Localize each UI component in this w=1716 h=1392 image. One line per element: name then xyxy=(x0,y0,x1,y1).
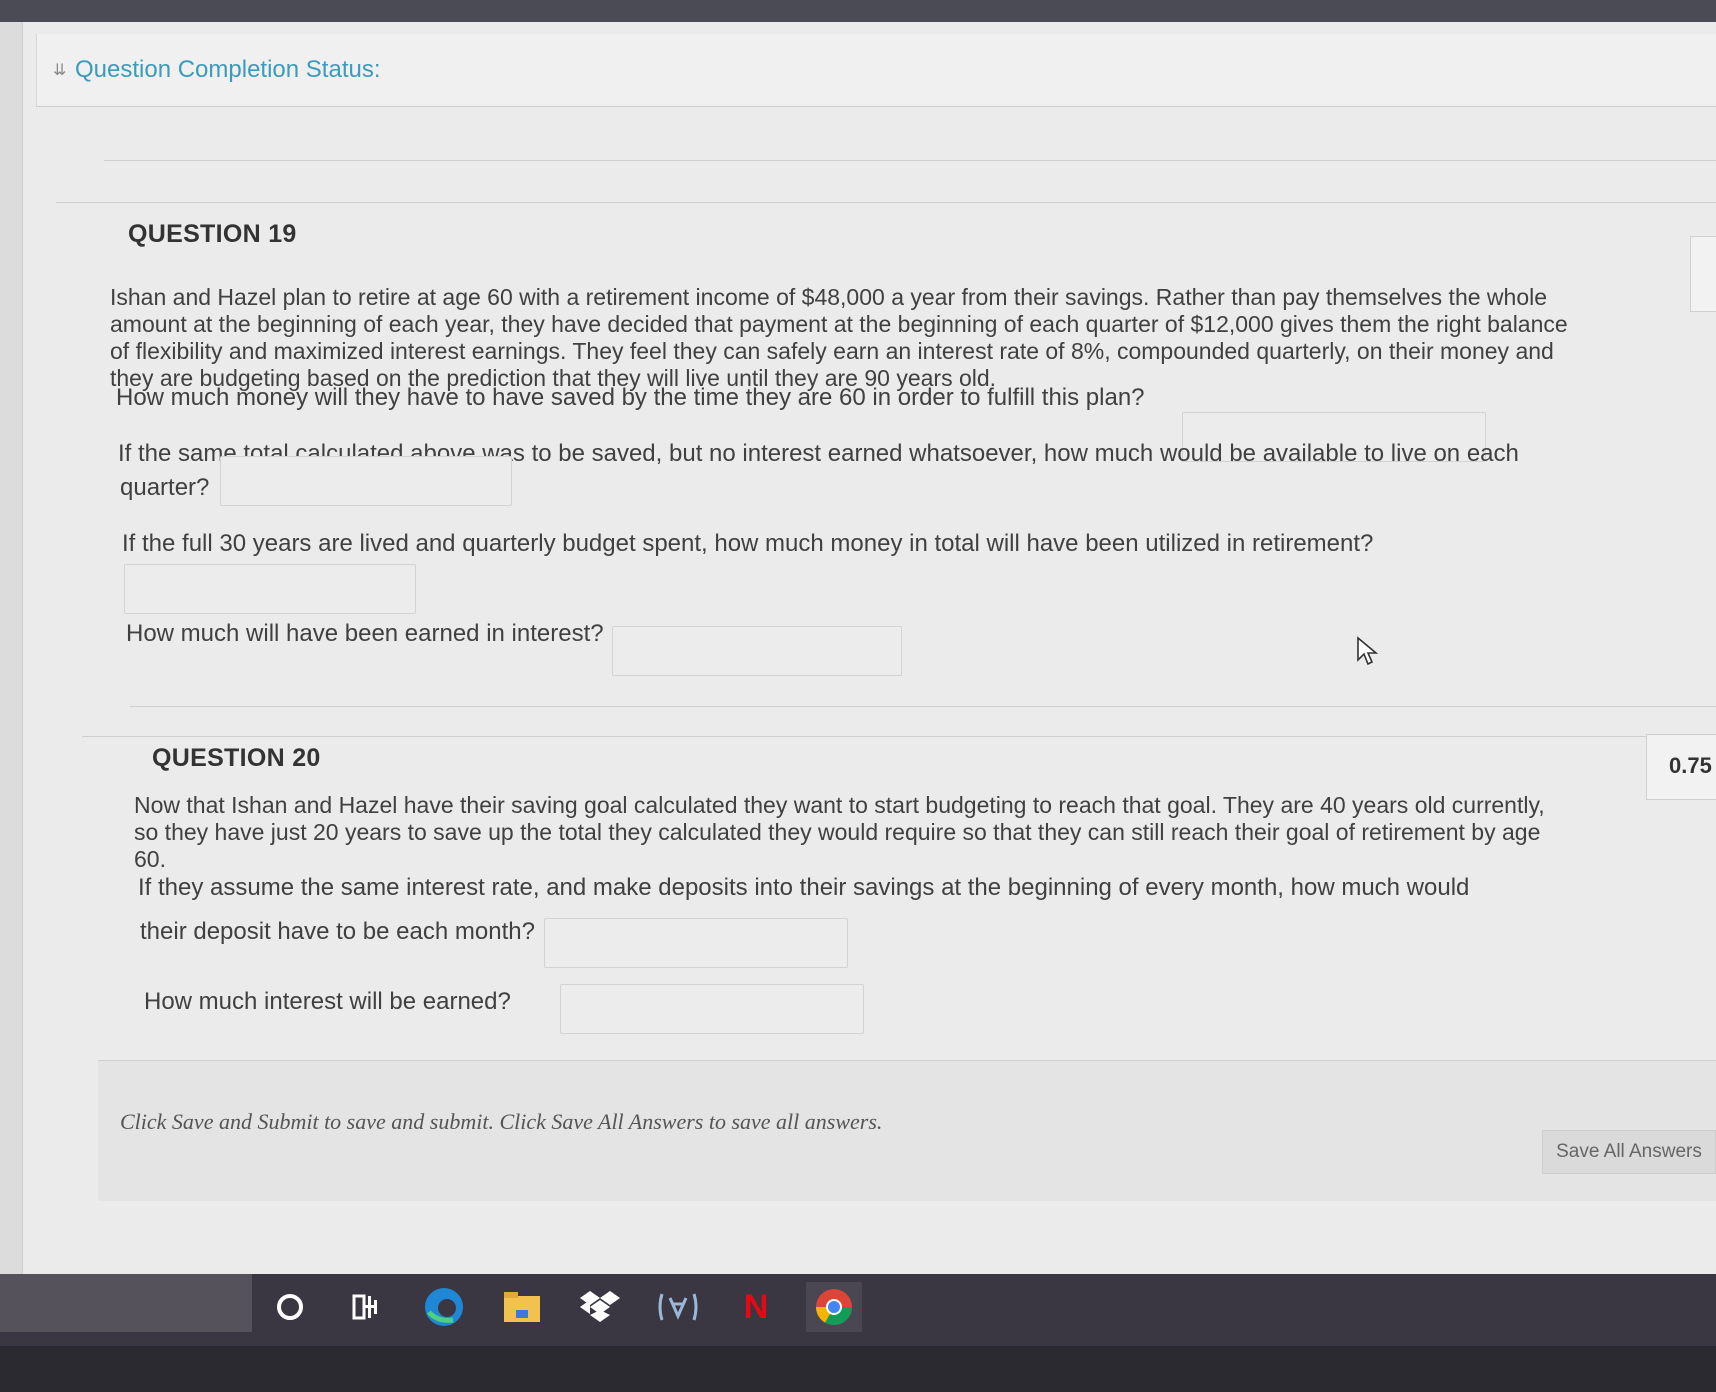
question19-answer-3-input[interactable] xyxy=(124,564,416,614)
question19-answer-4-input[interactable] xyxy=(612,626,902,676)
question20-prompt-1: If they assume the same interest rate, a… xyxy=(138,874,1470,901)
browser-top-strip xyxy=(0,0,1716,24)
question20-body: Now that Ishan and Hazel have their savi… xyxy=(134,792,1545,872)
file-explorer-icon[interactable] xyxy=(494,1282,550,1332)
question19-points-box xyxy=(1690,236,1716,312)
taskbar-search-area[interactable] xyxy=(0,1274,252,1332)
question20-prompt-2: How much interest will be earned? xyxy=(144,988,511,1015)
question19-prompt-4: How much will have been earned in intere… xyxy=(126,620,604,647)
question20-points: 0.75 xyxy=(1669,753,1712,778)
question20-points-box: 0.75 xyxy=(1646,734,1716,800)
save-all-answers-button[interactable]: Save All Answers xyxy=(1542,1130,1716,1174)
question19-prompt-2-cont: quarter? xyxy=(120,474,210,501)
footer-instruction: Click Save and Submit to save and submit… xyxy=(120,1109,883,1134)
divider xyxy=(82,736,1716,737)
question19-prompt-3: If the full 30 years are lived and quart… xyxy=(122,530,1374,557)
question20-answer-1-input[interactable] xyxy=(544,918,848,968)
dropbox-icon[interactable] xyxy=(572,1282,628,1332)
netflix-letter: N xyxy=(743,1287,769,1326)
mouse-cursor-icon xyxy=(1357,636,1379,666)
question19-body: Ishan and Hazel plan to retire at age 60… xyxy=(110,284,1568,391)
chevron-down-icon[interactable]: ⇊ xyxy=(53,60,66,80)
monitor-bezel xyxy=(0,1346,1716,1392)
assessment-page: ⇊ Question Completion Status: QUESTION 1… xyxy=(0,22,1716,1278)
netflix-icon[interactable]: N xyxy=(728,1282,784,1332)
divider xyxy=(56,202,1716,203)
left-rail xyxy=(0,22,23,1278)
question-completion-status-label[interactable]: Question Completion Status: xyxy=(75,56,381,84)
task-view-icon[interactable] xyxy=(338,1282,394,1332)
cortana-circle-icon[interactable] xyxy=(262,1282,318,1332)
divider xyxy=(130,706,1716,707)
divider xyxy=(104,160,1716,161)
footer-panel: Click Save and Submit to save and submit… xyxy=(98,1060,1716,1201)
question20-prompt-1-cont: their deposit have to be each month? xyxy=(140,918,535,945)
question19-title: QUESTION 19 xyxy=(128,220,297,248)
windows-taskbar: N xyxy=(0,1274,1716,1346)
question-completion-status-bar[interactable]: ⇊ Question Completion Status: xyxy=(36,34,1716,107)
edge-icon[interactable] xyxy=(416,1282,472,1332)
question19-prompt-1: How much money will they have to have sa… xyxy=(116,384,1145,411)
chrome-icon[interactable] xyxy=(806,1282,862,1332)
question20-title: QUESTION 20 xyxy=(152,744,321,772)
question20-answer-2-input[interactable] xyxy=(560,984,864,1034)
gaming-app-icon[interactable] xyxy=(650,1282,706,1332)
question19-answer-2-input[interactable] xyxy=(220,456,512,506)
